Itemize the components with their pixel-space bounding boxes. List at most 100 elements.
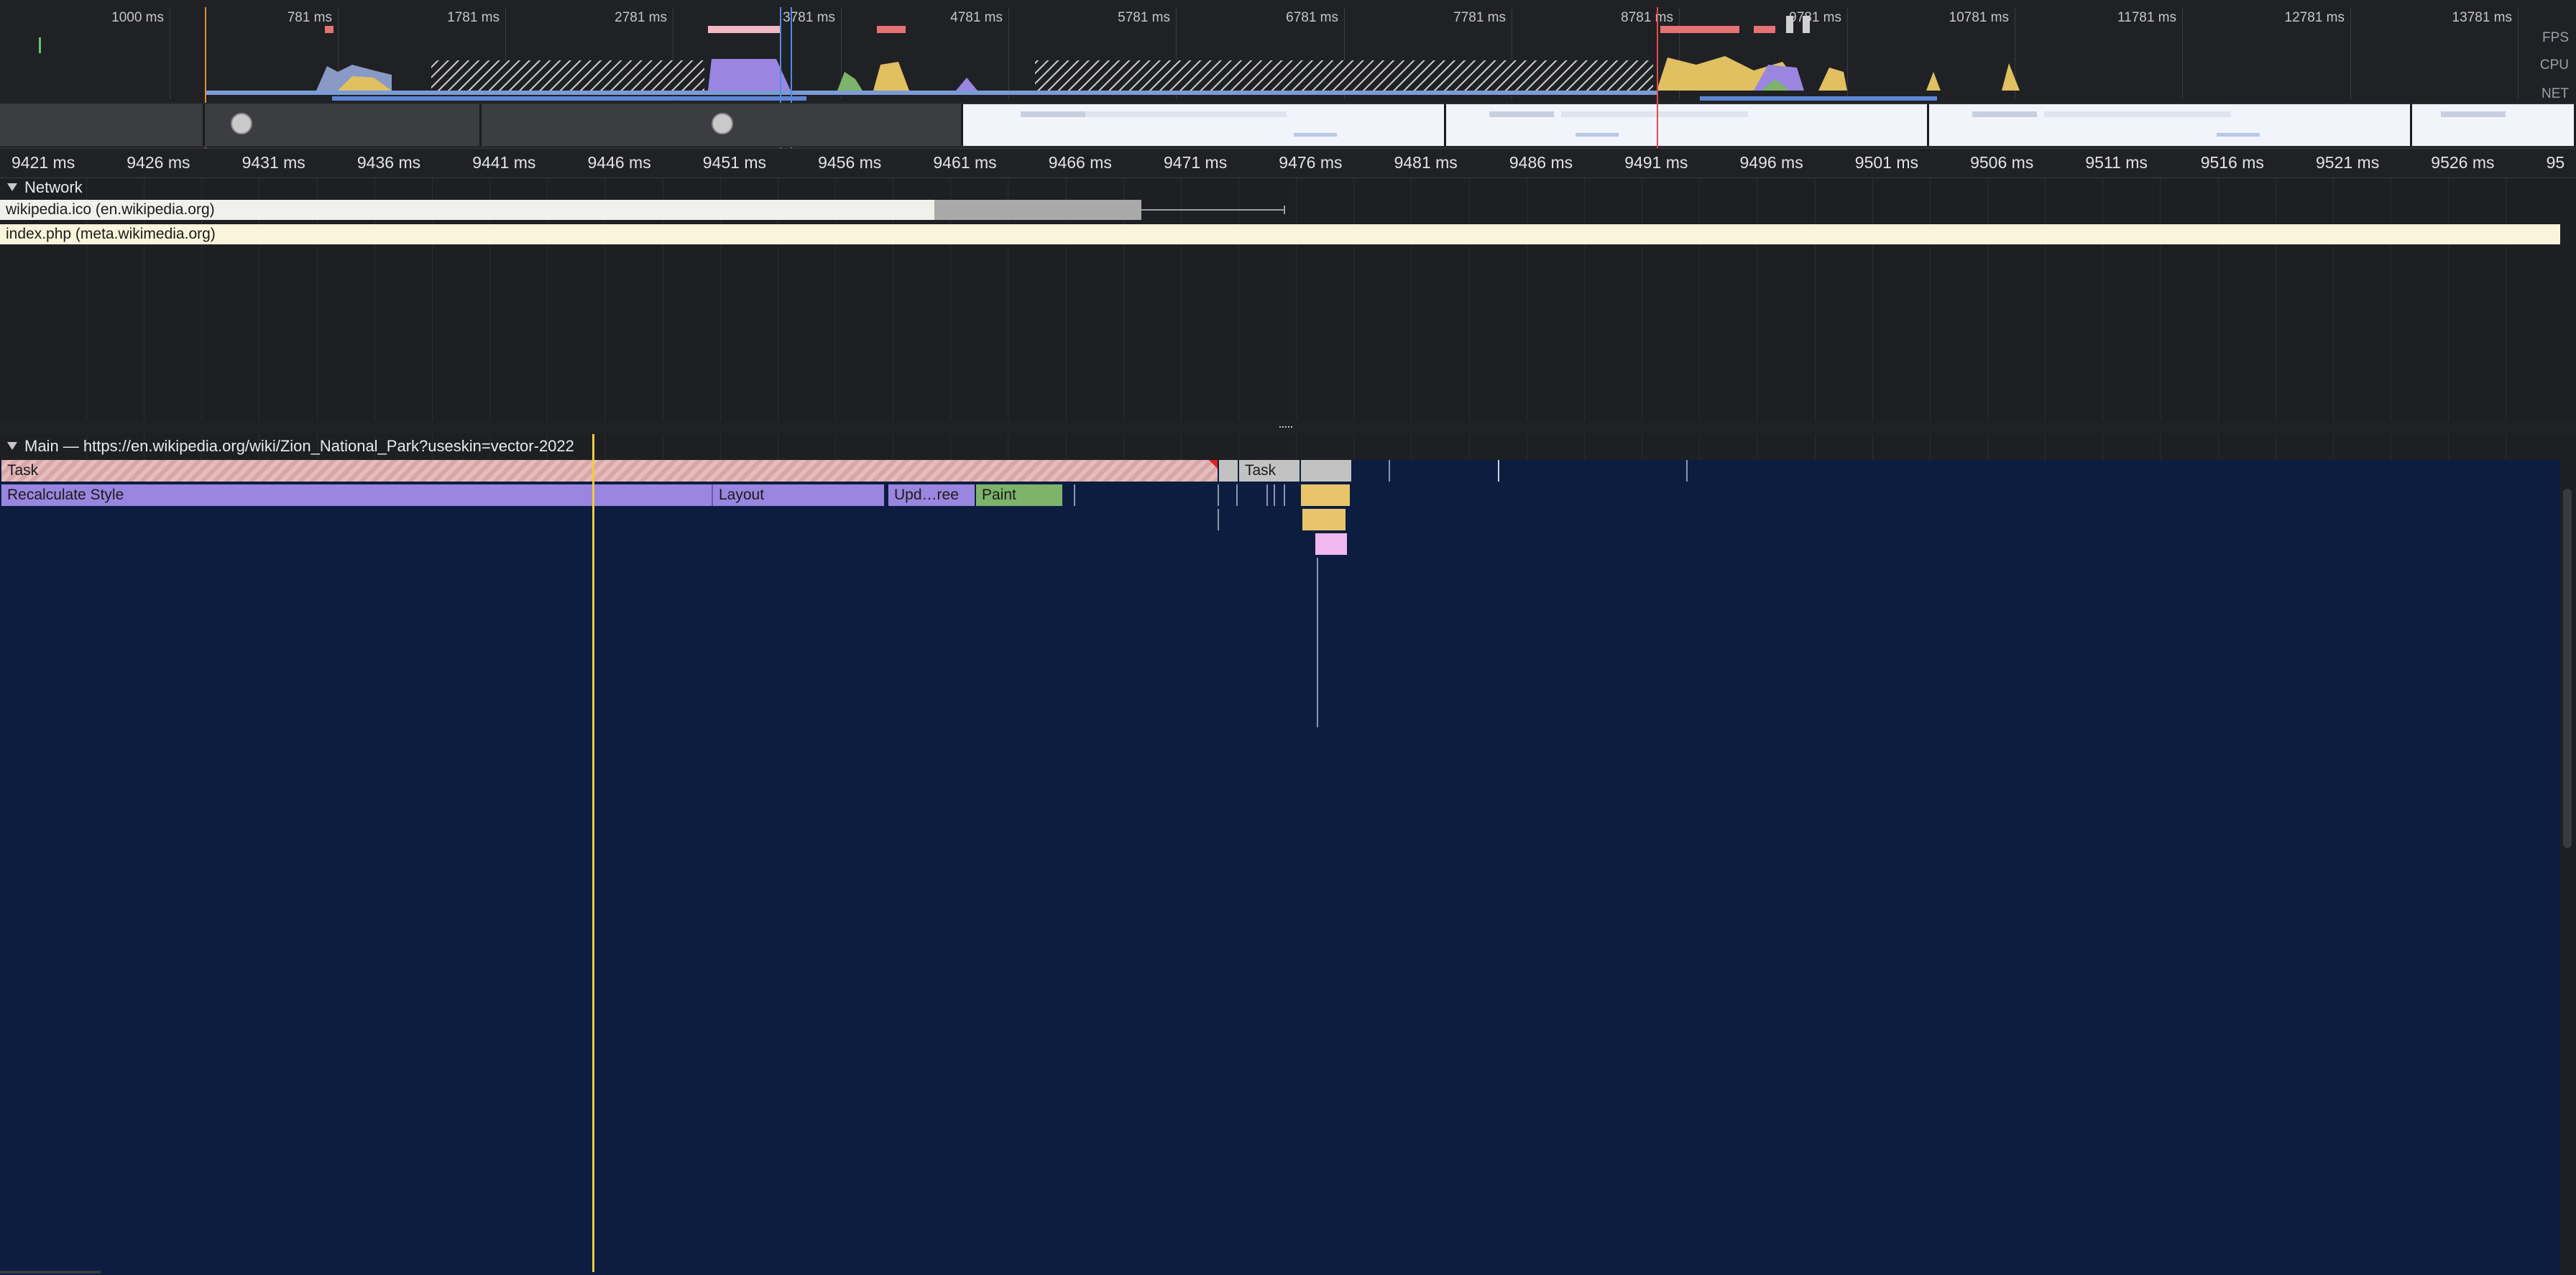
collapse-triangle-icon[interactable]: [7, 183, 17, 191]
ruler-tick-label: 9421 ms: [12, 153, 75, 172]
overview-tick-label: 6781 ms: [1286, 10, 1338, 25]
overview-tick-label: 4781 ms: [950, 10, 1003, 25]
overview-tick-label: 5781 ms: [1118, 10, 1170, 25]
update-layer-tree-label: Upd…ree: [894, 487, 959, 503]
ruler-tick-label: 9461 ms: [933, 153, 997, 172]
overview-tick-label: 1781 ms: [447, 10, 500, 25]
ruler-tick-label: 9431 ms: [242, 153, 305, 172]
tiny-event[interactable]: [1498, 460, 1499, 482]
task-block[interactable]: [1301, 460, 1351, 482]
tiny-event[interactable]: [1389, 460, 1390, 482]
network-request-row[interactable]: wikipedia.ico (en.wikipedia.org): [0, 200, 934, 220]
network-request-bar[interactable]: [934, 200, 1141, 220]
paint-label: Paint: [982, 487, 1016, 503]
ruler-tick-label: 9426 ms: [126, 153, 190, 172]
wikipedia-logo-icon: [231, 113, 252, 134]
deep-call-stack[interactable]: [1317, 558, 1318, 727]
ruler-tick-label: 9471 ms: [1164, 153, 1228, 172]
screenshot-filmstrip[interactable]: [0, 103, 2576, 147]
tiny-event[interactable]: [1266, 484, 1268, 506]
paint-event[interactable]: Paint: [976, 484, 1062, 506]
fps-bar: [1803, 16, 1810, 33]
ruler-tick-label: 9506 ms: [1970, 153, 2034, 172]
tiny-event[interactable]: [1218, 509, 1219, 530]
ruler-tick-label: 9526 ms: [2431, 153, 2495, 172]
tiny-event[interactable]: [1686, 460, 1688, 482]
net-bar: [332, 96, 806, 101]
network-request-label: wikipedia.ico (en.wikipedia.org): [6, 201, 215, 218]
vertical-scrollbar[interactable]: [2560, 460, 2576, 1275]
main-thread-title: Main — https://en.wikipedia.org/wiki/Zio…: [24, 437, 574, 455]
network-request-label: index.php (meta.wikimedia.org): [6, 226, 216, 242]
overview-tick-label: 11781 ms: [2117, 10, 2176, 25]
ruler-tick-label: 9451 ms: [702, 153, 767, 172]
ruler-tick-label: 9436 ms: [356, 153, 421, 172]
recalculate-style-event[interactable]: Recalculate Style: [1, 484, 712, 506]
scrollbar-thumb[interactable]: [2563, 489, 2572, 848]
fps-bar: [708, 26, 780, 33]
update-layer-tree-event[interactable]: Upd…ree: [888, 484, 975, 506]
horizontal-scrollbar-thumb[interactable]: [0, 1271, 101, 1274]
tiny-event[interactable]: [1236, 484, 1238, 506]
ruler-tick-label: 95: [2546, 153, 2565, 172]
time-ruler[interactable]: 9421 ms 9426 ms 9431 ms 9436 ms 9441 ms 9446 …: [0, 148, 2576, 178]
ruler-tick-label: 9441 ms: [472, 153, 536, 172]
network-panel: Network wikipedia.ico (en.wikipedia.org)…: [0, 177, 2576, 421]
overview-tick-label: 10781 ms: [1949, 10, 2009, 25]
screenshot-frame[interactable]: [0, 104, 205, 146]
collapse-triangle-icon[interactable]: [7, 442, 17, 450]
tiny-event[interactable]: [1074, 484, 1075, 506]
tiny-event[interactable]: [1274, 484, 1275, 506]
fps-bar: [325, 26, 334, 33]
playhead-cursor[interactable]: [592, 434, 594, 1272]
script-event[interactable]: [1302, 509, 1346, 530]
ruler-tick-label: 9491 ms: [1624, 153, 1688, 172]
ruler-tick-label: 9516 ms: [2200, 153, 2264, 172]
task-block[interactable]: Task: [1, 460, 1218, 482]
ruler-tick-label: 9476 ms: [1279, 153, 1343, 172]
fps-bar: [877, 26, 906, 33]
fps-bar: [1786, 16, 1793, 33]
screenshot-frame[interactable]: [1929, 104, 2412, 146]
script-event[interactable]: [1301, 484, 1350, 506]
fps-bar: [1754, 26, 1775, 33]
screenshot-frame[interactable]: [205, 104, 482, 146]
task-block[interactable]: Task: [1239, 460, 1300, 482]
task-label: Task: [7, 462, 39, 479]
overview-tick-label: 13781 ms: [2452, 10, 2512, 25]
ruler-tick-label: 9446 ms: [587, 153, 651, 172]
tiny-event[interactable]: [1218, 484, 1219, 506]
selected-track-background: [0, 460, 2560, 1275]
overview-tick-label: 7781 ms: [1453, 10, 1506, 25]
overview-tick-label: 781 ms: [287, 10, 332, 25]
screenshot-frame[interactable]: [2412, 104, 2576, 146]
fps-bar: [1660, 26, 1739, 33]
ruler-tick-label: 9486 ms: [1509, 153, 1573, 172]
screenshot-frame[interactable]: [963, 104, 1446, 146]
drag-handle-icon[interactable]: [1279, 426, 1292, 431]
overview-tick-label: 9781 ms: [1789, 10, 1841, 25]
network-request-row[interactable]: index.php (meta.wikimedia.org): [0, 224, 2560, 244]
task-block[interactable]: [1219, 460, 1238, 482]
ruler-tick-label: 9466 ms: [1048, 153, 1112, 172]
panel-splitter[interactable]: [0, 421, 2576, 434]
screenshot-frame[interactable]: [1446, 104, 1929, 146]
overview-tick-label: 12781 ms: [2284, 10, 2345, 25]
cpu-activity-chart: [316, 56, 2020, 91]
layout-event[interactable]: Layout: [712, 484, 884, 506]
network-request-whisker: [1141, 209, 1285, 211]
main-section-header[interactable]: Main — https://en.wikipedia.org/wiki/Zio…: [0, 436, 574, 457]
screenshot-frame[interactable]: [482, 104, 963, 146]
network-title: Network: [24, 178, 83, 196]
ruler-tick-label: 9481 ms: [1394, 153, 1458, 172]
net-track-label: NET: [2542, 86, 2569, 101]
net-bar: [1829, 96, 1937, 101]
recalculate-style-label: Recalculate Style: [7, 487, 124, 503]
network-section-header[interactable]: Network: [0, 177, 83, 198]
tiny-event[interactable]: [1284, 484, 1285, 506]
layout-label: Layout: [719, 487, 765, 503]
net-bar: [205, 91, 1657, 95]
fps-track-label: FPS: [2542, 30, 2569, 45]
ruler-tick-label: 9496 ms: [1739, 153, 1803, 172]
gc-event[interactable]: [1315, 533, 1347, 555]
